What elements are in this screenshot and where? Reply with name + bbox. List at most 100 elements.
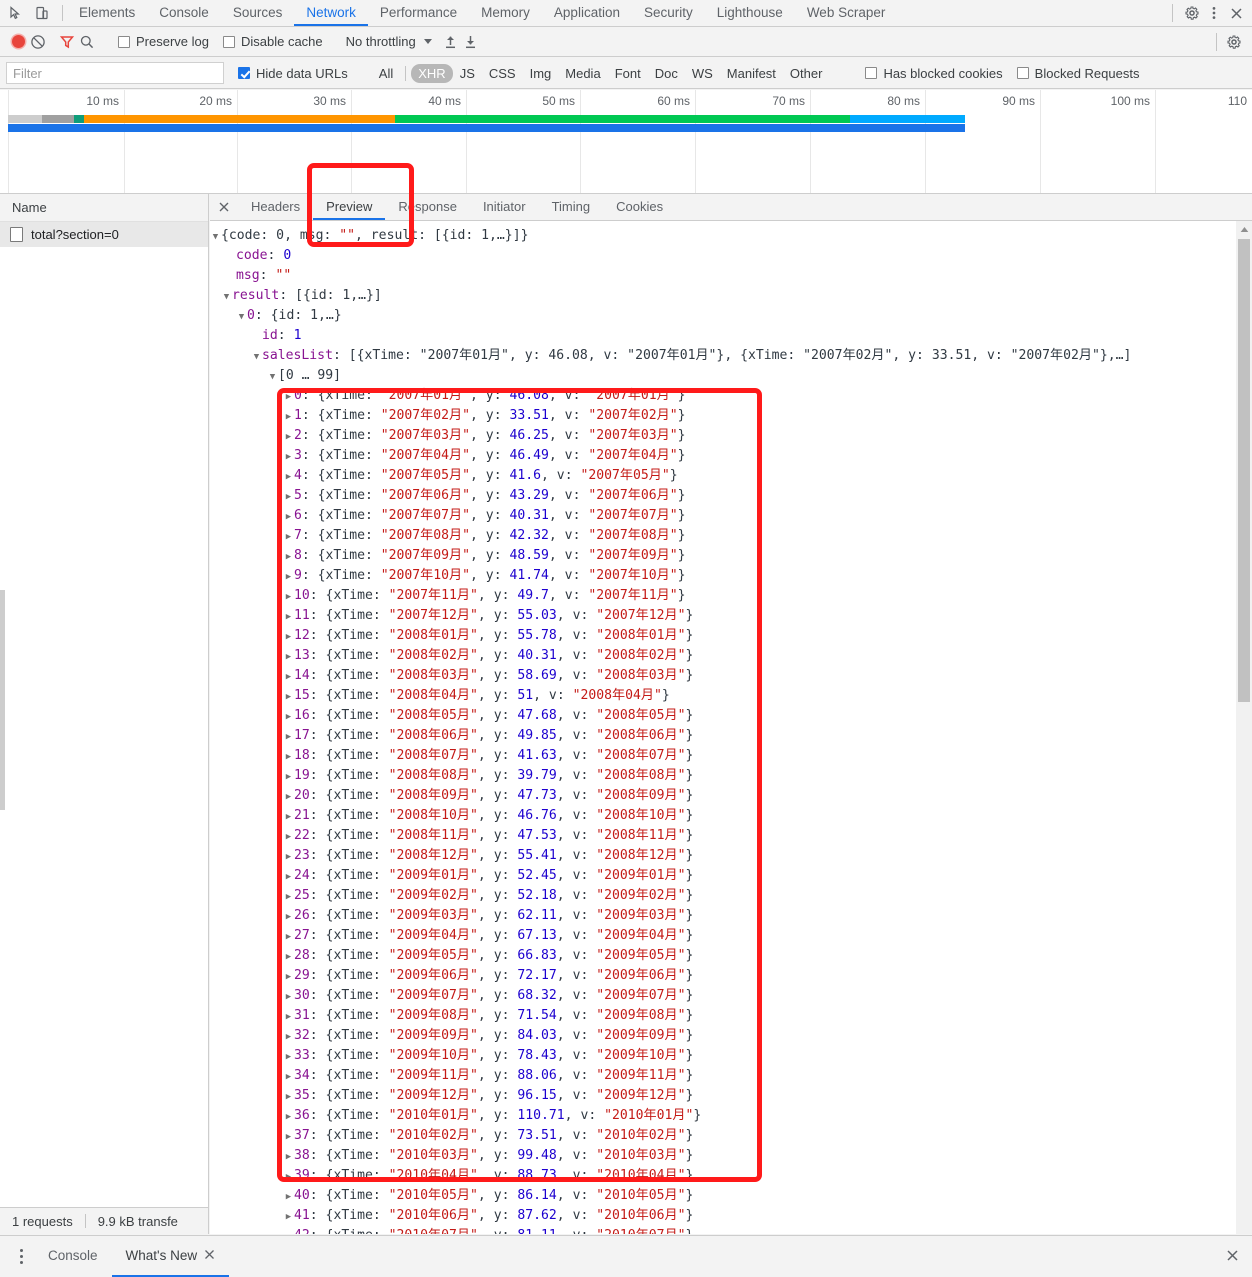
disclosure-triangle-icon[interactable] bbox=[283, 387, 294, 407]
filter-type-all[interactable]: All bbox=[372, 64, 400, 83]
json-entry-row[interactable]: 9: {xTime: "2007年10月", y: 41.74, v: "200… bbox=[210, 566, 1252, 586]
json-root-line[interactable]: {code: 0, msg: "", result: [{id: 1,…}]} bbox=[210, 226, 1252, 246]
detail-tab-headers[interactable]: Headers bbox=[238, 194, 313, 220]
disclosure-triangle-icon[interactable] bbox=[283, 1207, 294, 1227]
json-entry-row[interactable]: 20: {xTime: "2008年09月", y: 47.73, v: "20… bbox=[210, 786, 1252, 806]
detail-tab-preview[interactable]: Preview bbox=[313, 194, 386, 220]
hide-data-urls-checkbox[interactable]: Hide data URLs bbox=[238, 66, 348, 81]
disclosure-triangle-icon[interactable] bbox=[210, 227, 221, 247]
json-line-id[interactable]: id: 1 bbox=[210, 326, 1252, 346]
disable-cache-box-icon[interactable] bbox=[222, 35, 235, 48]
filter-type-doc[interactable]: Doc bbox=[648, 64, 685, 83]
json-entry-row[interactable]: 32: {xTime: "2009年09月", y: 84.03, v: "20… bbox=[210, 1026, 1252, 1046]
has-blocked-cookies-box-icon[interactable] bbox=[865, 67, 878, 79]
blocked-requests-box-icon[interactable] bbox=[1016, 67, 1029, 79]
json-entry-row[interactable]: 35: {xTime: "2009年12月", y: 96.15, v: "20… bbox=[210, 1086, 1252, 1106]
filter-type-ws[interactable]: WS bbox=[685, 64, 720, 83]
disclosure-triangle-icon[interactable] bbox=[283, 567, 294, 587]
has-blocked-cookies-checkbox[interactable]: Has blocked cookies bbox=[865, 66, 1003, 81]
disclosure-triangle-icon[interactable] bbox=[283, 787, 294, 807]
disclosure-triangle-icon[interactable] bbox=[283, 707, 294, 727]
record-button[interactable] bbox=[8, 32, 28, 52]
drawer-tab-close-icon[interactable] bbox=[204, 1248, 215, 1263]
json-entry-row[interactable]: 18: {xTime: "2008年07月", y: 41.63, v: "20… bbox=[210, 746, 1252, 766]
network-settings-gear-icon[interactable] bbox=[1224, 32, 1244, 52]
disclosure-triangle-icon[interactable] bbox=[283, 967, 294, 987]
json-entry-row[interactable]: 39: {xTime: "2010年04月", y: 88.73, v: "20… bbox=[210, 1166, 1252, 1186]
disclosure-triangle-icon[interactable] bbox=[283, 907, 294, 927]
disclosure-triangle-icon[interactable] bbox=[283, 1187, 294, 1207]
disclosure-triangle-icon[interactable] bbox=[283, 987, 294, 1007]
json-entry-row[interactable]: 2: {xTime: "2007年03月", y: 46.25, v: "200… bbox=[210, 426, 1252, 446]
json-entry-row[interactable]: 37: {xTime: "2010年02月", y: 73.51, v: "20… bbox=[210, 1126, 1252, 1146]
disclosure-triangle-icon[interactable] bbox=[283, 1067, 294, 1087]
json-entry-row[interactable]: 25: {xTime: "2009年02月", y: 52.18, v: "20… bbox=[210, 886, 1252, 906]
disclosure-triangle-icon[interactable] bbox=[283, 1147, 294, 1167]
disclosure-triangle-icon[interactable] bbox=[267, 367, 278, 387]
detail-tab-timing[interactable]: Timing bbox=[539, 194, 604, 220]
json-entry-row[interactable]: 30: {xTime: "2009年07月", y: 68.32, v: "20… bbox=[210, 986, 1252, 1006]
json-entry-row[interactable]: 15: {xTime: "2008年04月", y: 51, v: "2008年… bbox=[210, 686, 1252, 706]
hide-data-urls-box-icon[interactable] bbox=[238, 67, 250, 79]
disclosure-triangle-icon[interactable] bbox=[283, 547, 294, 567]
json-line-code[interactable]: code: 0 bbox=[210, 246, 1252, 266]
disclosure-triangle-icon[interactable] bbox=[283, 1167, 294, 1187]
json-entry-row[interactable]: 26: {xTime: "2009年03月", y: 62.11, v: "20… bbox=[210, 906, 1252, 926]
disclosure-triangle-icon[interactable] bbox=[283, 427, 294, 447]
disclosure-triangle-icon[interactable] bbox=[283, 947, 294, 967]
disclosure-triangle-icon[interactable] bbox=[283, 827, 294, 847]
disclosure-triangle-icon[interactable] bbox=[283, 847, 294, 867]
json-line-result-0[interactable]: 0: {id: 1,…} bbox=[210, 306, 1252, 326]
close-icon[interactable] bbox=[1226, 3, 1246, 23]
disclosure-triangle-icon[interactable] bbox=[283, 1027, 294, 1047]
disclosure-triangle-icon[interactable] bbox=[283, 667, 294, 687]
disclosure-triangle-icon[interactable] bbox=[283, 687, 294, 707]
disclosure-triangle-icon[interactable] bbox=[283, 747, 294, 767]
json-entry-row[interactable]: 12: {xTime: "2008年01月", y: 55.78, v: "20… bbox=[210, 626, 1252, 646]
disclosure-triangle-icon[interactable] bbox=[283, 607, 294, 627]
request-row-total[interactable]: total?section=0 bbox=[0, 222, 208, 247]
json-entry-row[interactable]: 31: {xTime: "2009年08月", y: 71.54, v: "20… bbox=[210, 1006, 1252, 1026]
disclosure-triangle-icon[interactable] bbox=[283, 627, 294, 647]
tab-security[interactable]: Security bbox=[632, 0, 705, 26]
requests-panel-scrollbar[interactable] bbox=[0, 194, 5, 1234]
kebab-menu-icon[interactable] bbox=[8, 1249, 34, 1264]
json-entry-row[interactable]: 21: {xTime: "2008年10月", y: 46.76, v: "20… bbox=[210, 806, 1252, 826]
device-toggle-icon[interactable] bbox=[32, 3, 52, 23]
json-entry-row[interactable]: 4: {xTime: "2007年05月", y: 41.6, v: "2007… bbox=[210, 466, 1252, 486]
throttling-select[interactable]: No throttling bbox=[346, 34, 432, 49]
disclosure-triangle-icon[interactable] bbox=[283, 527, 294, 547]
clear-prohibited-icon[interactable] bbox=[28, 32, 48, 52]
disclosure-triangle-icon[interactable] bbox=[283, 1107, 294, 1127]
json-entry-row[interactable]: 6: {xTime: "2007年07月", y: 40.31, v: "200… bbox=[210, 506, 1252, 526]
upload-arrow-icon[interactable] bbox=[441, 32, 461, 52]
settings-gear-icon[interactable] bbox=[1182, 3, 1202, 23]
disclosure-triangle-icon[interactable] bbox=[283, 407, 294, 427]
tab-application[interactable]: Application bbox=[542, 0, 632, 26]
json-entry-row[interactable]: 34: {xTime: "2009年11月", y: 88.06, v: "20… bbox=[210, 1066, 1252, 1086]
network-overview-timeline[interactable]: 10 ms 20 ms 30 ms 40 ms 50 ms 60 ms 70 m… bbox=[0, 90, 1252, 194]
disclosure-triangle-icon[interactable] bbox=[251, 347, 262, 367]
download-arrow-icon[interactable] bbox=[461, 32, 481, 52]
disclosure-triangle-icon[interactable] bbox=[283, 487, 294, 507]
json-entry-row[interactable]: 1: {xTime: "2007年02月", y: 33.51, v: "200… bbox=[210, 406, 1252, 426]
disclosure-triangle-icon[interactable] bbox=[236, 307, 247, 327]
json-entry-row[interactable]: 5: {xTime: "2007年06月", y: 43.29, v: "200… bbox=[210, 486, 1252, 506]
inspect-icon[interactable] bbox=[6, 3, 26, 23]
disclosure-triangle-icon[interactable] bbox=[283, 1227, 294, 1234]
json-entry-row[interactable]: 33: {xTime: "2009年10月", y: 78.43, v: "20… bbox=[210, 1046, 1252, 1066]
disclosure-triangle-icon[interactable] bbox=[283, 867, 294, 887]
filter-type-img[interactable]: Img bbox=[523, 64, 559, 83]
json-line-saleslist[interactable]: salesList: [{xTime: "2007年01月", y: 46.08… bbox=[210, 346, 1252, 366]
filter-type-css[interactable]: CSS bbox=[482, 64, 523, 83]
disclosure-triangle-icon[interactable] bbox=[283, 1127, 294, 1147]
json-line-msg[interactable]: msg: "" bbox=[210, 266, 1252, 286]
json-entry-row[interactable]: 41: {xTime: "2010年06月", y: 87.62, v: "20… bbox=[210, 1206, 1252, 1226]
detail-tab-cookies[interactable]: Cookies bbox=[603, 194, 676, 220]
filter-type-media[interactable]: Media bbox=[558, 64, 607, 83]
detail-close-icon[interactable] bbox=[210, 194, 238, 220]
json-entry-row[interactable]: 16: {xTime: "2008年05月", y: 47.68, v: "20… bbox=[210, 706, 1252, 726]
json-entry-row[interactable]: 17: {xTime: "2008年06月", y: 49.85, v: "20… bbox=[210, 726, 1252, 746]
filter-type-other[interactable]: Other bbox=[783, 64, 830, 83]
tab-performance[interactable]: Performance bbox=[368, 0, 469, 26]
